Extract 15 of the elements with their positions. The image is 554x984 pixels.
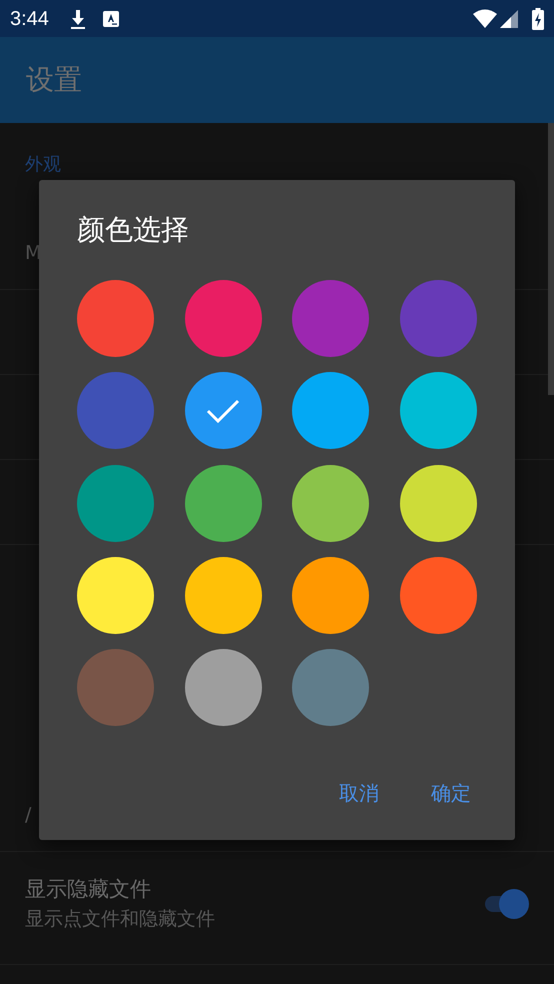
wifi-icon	[473, 8, 497, 28]
check-icon	[206, 398, 240, 424]
app-title: 设置	[26, 62, 82, 98]
setting-subtitle: /	[25, 803, 32, 828]
dialog-button[interactable]: 取消	[333, 774, 385, 812]
section-header: 外观	[25, 153, 62, 177]
battery-icon	[532, 8, 544, 30]
setting-title: 显示隐藏文件	[25, 876, 151, 903]
setting-subtitle: 显示点文件和隐藏文件	[25, 907, 215, 932]
download-icon	[68, 8, 87, 30]
dialog-title: 颜色选择	[77, 212, 190, 248]
status-time: 3:44	[10, 6, 49, 32]
notification-icon	[102, 10, 119, 26]
dialog-button[interactable]: 确定	[425, 774, 477, 812]
signal-icon	[500, 8, 518, 28]
